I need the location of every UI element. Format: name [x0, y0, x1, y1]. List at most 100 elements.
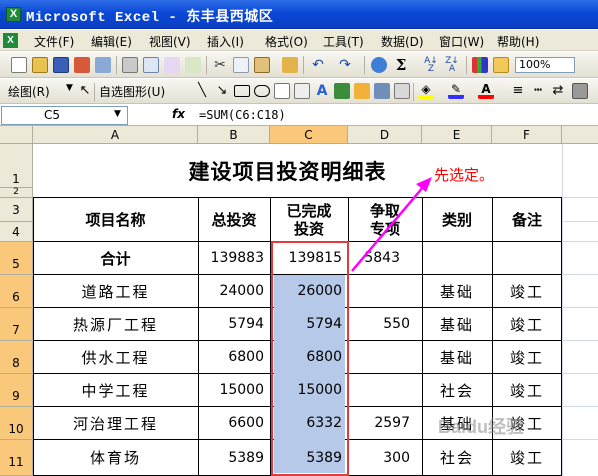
copy-icon[interactable] — [233, 57, 249, 73]
row-name[interactable]: 体育场 — [33, 440, 198, 475]
autosum-icon[interactable]: Σ — [393, 57, 409, 73]
document-icon[interactable]: X — [3, 33, 18, 48]
row-header-6[interactable]: 6 — [0, 275, 33, 308]
row-header-7[interactable]: 7 — [0, 308, 33, 341]
chart-wizard-icon[interactable] — [472, 57, 488, 73]
oval-icon[interactable] — [254, 85, 270, 97]
picture-icon[interactable] — [374, 83, 390, 99]
row-strive[interactable] — [348, 341, 422, 373]
font-color-icon[interactable]: A — [478, 83, 494, 99]
column-header-d[interactable]: D — [348, 126, 422, 144]
chevron-down-icon[interactable]: ▼ — [66, 83, 73, 93]
paste-icon[interactable] — [254, 57, 270, 73]
diagram-icon[interactable] — [334, 83, 350, 99]
row-done[interactable]: 5794 — [270, 308, 348, 340]
row-note[interactable]: 竣工 — [492, 308, 562, 340]
line-style-icon[interactable]: ≡ — [510, 83, 526, 99]
permission-icon[interactable] — [74, 57, 90, 73]
excel-app-icon[interactable]: X — [6, 7, 21, 22]
header-project-name[interactable]: 项目名称 — [33, 198, 198, 241]
column-header-b[interactable]: B — [198, 126, 270, 144]
sort-descending-icon[interactable]: Z↓ A — [444, 57, 460, 74]
fill-color-icon[interactable]: ◈ — [418, 83, 434, 99]
row-category[interactable]: 社会 — [422, 440, 492, 475]
column-header-c[interactable]: C — [270, 126, 348, 144]
row-strive[interactable] — [348, 275, 422, 307]
row-header-5[interactable]: 5 — [0, 242, 33, 275]
row-total[interactable]: 24000 — [198, 275, 270, 307]
row-total[interactable]: 6600 — [198, 407, 270, 439]
row-header-4[interactable]: 4 — [0, 222, 33, 242]
row-name[interactable]: 供水工程 — [33, 341, 198, 373]
total-row-strive[interactable]: 5843 — [348, 242, 422, 274]
total-row-total[interactable]: 139883 — [198, 242, 270, 274]
drawing-icon[interactable] — [493, 57, 509, 73]
row-header-1[interactable]: 1 — [0, 144, 33, 188]
header-category[interactable]: 类别 — [422, 198, 492, 241]
menu-edit[interactable]: 编辑(E) — [91, 33, 132, 50]
menu-file[interactable]: 文件(F) — [34, 33, 74, 50]
row-done[interactable]: 6800 — [270, 341, 348, 373]
header-total-investment[interactable]: 总投资 — [198, 198, 270, 241]
menu-help[interactable]: 帮助(H) — [497, 33, 539, 50]
redo-icon[interactable]: ↷ — [337, 57, 353, 73]
row-done[interactable]: 15000 — [270, 374, 348, 406]
undo-icon[interactable]: ↶ — [310, 57, 326, 73]
row-header-10[interactable]: 10 — [0, 407, 33, 440]
research-icon[interactable] — [185, 57, 201, 73]
menu-data[interactable]: 数据(D) — [381, 33, 424, 50]
shadow-style-icon[interactable] — [572, 83, 588, 99]
row-done[interactable]: 26000 — [270, 275, 348, 307]
column-header-g[interactable] — [562, 126, 598, 144]
print-icon[interactable] — [122, 57, 138, 73]
row-header-3[interactable]: 3 — [0, 198, 33, 222]
row-note[interactable]: 竣工 — [492, 275, 562, 307]
save-icon[interactable] — [53, 57, 69, 73]
rectangle-icon[interactable] — [234, 85, 250, 97]
row-total[interactable]: 5794 — [198, 308, 270, 340]
dash-style-icon[interactable]: ┅ — [530, 83, 546, 99]
row-name[interactable]: 中学工程 — [33, 374, 198, 406]
zoom-box[interactable]: 100% — [515, 57, 575, 73]
arrow-style-icon[interactable]: ⇄ — [550, 83, 566, 99]
row-strive[interactable]: 300 — [348, 440, 422, 475]
row-category[interactable]: 基础 — [422, 275, 492, 307]
total-row-note[interactable] — [492, 242, 562, 274]
row-done[interactable]: 6332 — [270, 407, 348, 439]
row-name[interactable]: 道路工程 — [33, 275, 198, 307]
image-icon[interactable] — [394, 83, 410, 99]
row-header-9[interactable]: 9 — [0, 374, 33, 407]
column-header-e[interactable]: E — [422, 126, 492, 144]
autoshape-menu[interactable]: 自选图形(U) — [99, 83, 165, 100]
total-row-done[interactable]: 139815 — [270, 242, 348, 274]
email-icon[interactable] — [95, 57, 111, 73]
menu-insert[interactable]: 插入(I) — [207, 33, 244, 50]
menu-format[interactable]: 格式(O) — [265, 33, 308, 50]
new-icon[interactable] — [11, 57, 27, 73]
row-total[interactable]: 15000 — [198, 374, 270, 406]
column-header-a[interactable]: A — [33, 126, 198, 144]
row-category[interactable]: 基础 — [422, 341, 492, 373]
line-icon[interactable]: ╲ — [194, 83, 210, 99]
vertical-text-box-icon[interactable] — [294, 83, 310, 99]
spelling-icon[interactable] — [164, 57, 180, 73]
column-header-f[interactable]: F — [492, 126, 562, 144]
row-header-8[interactable]: 8 — [0, 341, 33, 374]
row-note[interactable]: 竣工 — [492, 341, 562, 373]
arrow-icon[interactable]: ↘ — [214, 83, 230, 99]
total-row-name[interactable]: 合计 — [33, 242, 198, 274]
select-objects-icon[interactable]: ↖ — [77, 83, 93, 99]
row-strive[interactable]: 2597 — [348, 407, 422, 439]
header-completed-investment[interactable]: 已完成 投资 — [270, 198, 348, 241]
wordart-icon[interactable]: A — [314, 83, 330, 99]
menu-view[interactable]: 视图(V) — [149, 33, 191, 50]
menu-window[interactable]: 窗口(W) — [439, 33, 484, 50]
row-header-2[interactable]: 2 — [0, 188, 33, 198]
open-icon[interactable] — [32, 57, 48, 73]
row-category[interactable]: 基础 — [422, 308, 492, 340]
text-box-icon[interactable] — [274, 83, 290, 99]
row-category[interactable]: 社会 — [422, 374, 492, 406]
chevron-down-icon[interactable]: ▼ — [114, 109, 121, 119]
row-header-11[interactable]: 11 — [0, 440, 33, 476]
row-name[interactable]: 热源厂工程 — [33, 308, 198, 340]
